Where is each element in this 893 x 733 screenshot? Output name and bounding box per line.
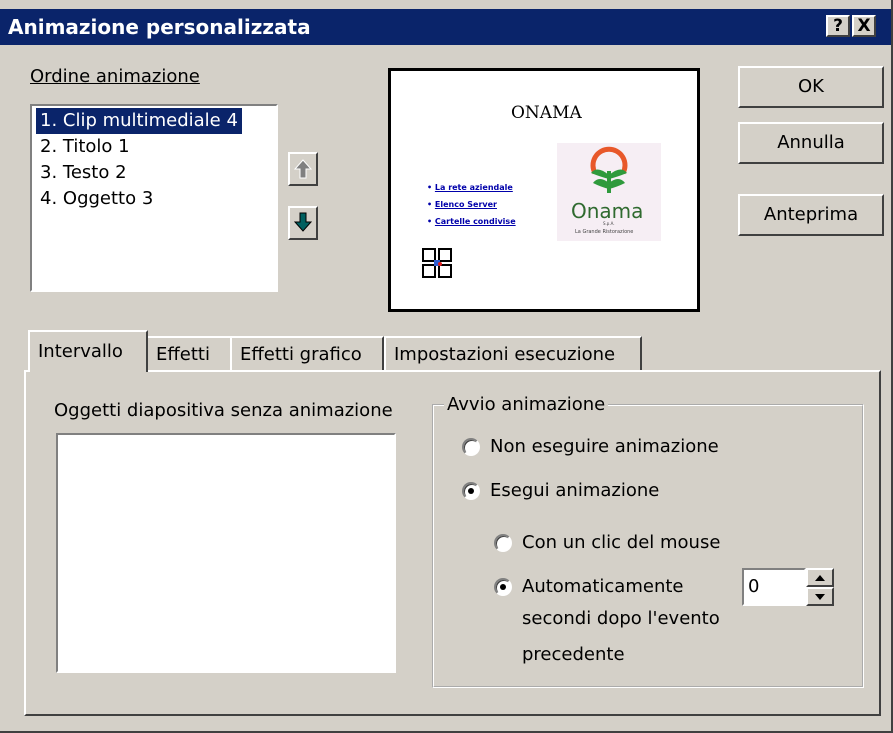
previous-event-label: precedente: [522, 644, 625, 665]
slide-preview: ONAMA • La rete aziendale • Elenco Serve…: [388, 68, 700, 312]
arrow-down-icon: [293, 212, 313, 232]
preview-bullet-text: La rete aziendale: [434, 183, 513, 192]
arrow-up-icon: [293, 159, 313, 179]
seconds-spinner[interactable]: [806, 568, 834, 606]
tab-effetti-grafico[interactable]: Effetti grafico: [230, 336, 384, 370]
preview-bullets: • La rete aziendale • Elenco Server • Ca…: [427, 179, 516, 230]
onama-logo: Onama S.p.A. La Grande Ristorazione: [557, 143, 661, 241]
spin-up-button[interactable]: [806, 568, 834, 587]
cancel-button[interactable]: Annulla: [738, 122, 884, 164]
logo-text: Onama: [571, 199, 644, 223]
objects-without-animation-list[interactable]: [56, 433, 396, 673]
custom-animation-dialog: Animazione personalizzata ? X Ordine ani…: [0, 0, 893, 733]
list-item[interactable]: 1. Clip multimediale 4: [36, 108, 242, 134]
logo-small: S.p.A.: [603, 221, 615, 226]
help-button[interactable]: ?: [826, 15, 850, 37]
tab-intervallo[interactable]: Intervallo: [28, 330, 148, 372]
animation-order-label: Ordine animazione: [30, 66, 200, 87]
preview-slide-title: ONAMA: [511, 103, 582, 123]
logo-caption: La Grande Ristorazione: [575, 229, 634, 235]
list-item[interactable]: 3. Testo 2: [36, 160, 131, 186]
preview-bullet-text: Cartelle condivise: [434, 217, 516, 226]
animate-label[interactable]: Esegui animazione: [490, 480, 659, 501]
close-button[interactable]: X: [852, 15, 876, 37]
preview-bullet: • Elenco Server: [427, 200, 497, 209]
window-title: Animazione personalizzata: [8, 15, 311, 39]
move-down-button[interactable]: [288, 206, 318, 240]
animate-radio[interactable]: [462, 482, 480, 500]
preview-button-label: Anteprima: [763, 204, 859, 225]
spin-down-icon: [815, 594, 825, 600]
preview-bullet: • La rete aziendale: [427, 183, 513, 192]
move-up-button[interactable]: [288, 152, 318, 186]
automatically-label[interactable]: Automaticamente: [522, 576, 684, 597]
preview-button[interactable]: Anteprima: [738, 194, 884, 236]
on-mouse-click-radio[interactable]: [494, 534, 512, 552]
on-mouse-click-label[interactable]: Con un clic del mouse: [522, 532, 720, 553]
close-icon: X: [857, 16, 871, 36]
preview-bullet-text: Elenco Server: [434, 200, 497, 209]
animation-order-label-text: Ordine animazione: [30, 66, 200, 87]
no-animation-label[interactable]: Non eseguire animazione: [490, 436, 719, 457]
spin-up-icon: [815, 575, 825, 581]
tab-impostazioni-esecuzione[interactable]: Impostazioni esecuzione: [384, 336, 642, 370]
automatically-radio[interactable]: [494, 578, 512, 596]
preview-bullet: • Cartelle condivise: [427, 217, 516, 226]
media-clip-icon: [422, 248, 452, 278]
no-animation-radio[interactable]: [462, 438, 480, 456]
tab-effetti[interactable]: Effetti: [146, 336, 232, 370]
radio-selected-dot: [468, 488, 474, 494]
ok-button[interactable]: OK: [738, 66, 884, 108]
seconds-after-label: secondi dopo l'evento: [522, 608, 720, 629]
spin-down-button[interactable]: [806, 587, 834, 606]
help-icon: ?: [833, 16, 843, 36]
logo-graphic: [590, 146, 628, 193]
list-item[interactable]: 2. Titolo 1: [36, 134, 134, 160]
seconds-input[interactable]: 0: [742, 568, 806, 606]
radio-selected-dot: [500, 584, 506, 590]
list-item[interactable]: 4. Oggetto 3: [36, 186, 157, 212]
start-animation-group-label: Avvio animazione: [444, 394, 609, 415]
title-bar[interactable]: Animazione personalizzata ? X: [0, 9, 891, 45]
animation-order-list[interactable]: 1. Clip multimediale 4 2. Titolo 1 3. Te…: [30, 104, 278, 292]
objects-without-animation-label: Oggetti diapositiva senza animazione: [54, 400, 393, 421]
